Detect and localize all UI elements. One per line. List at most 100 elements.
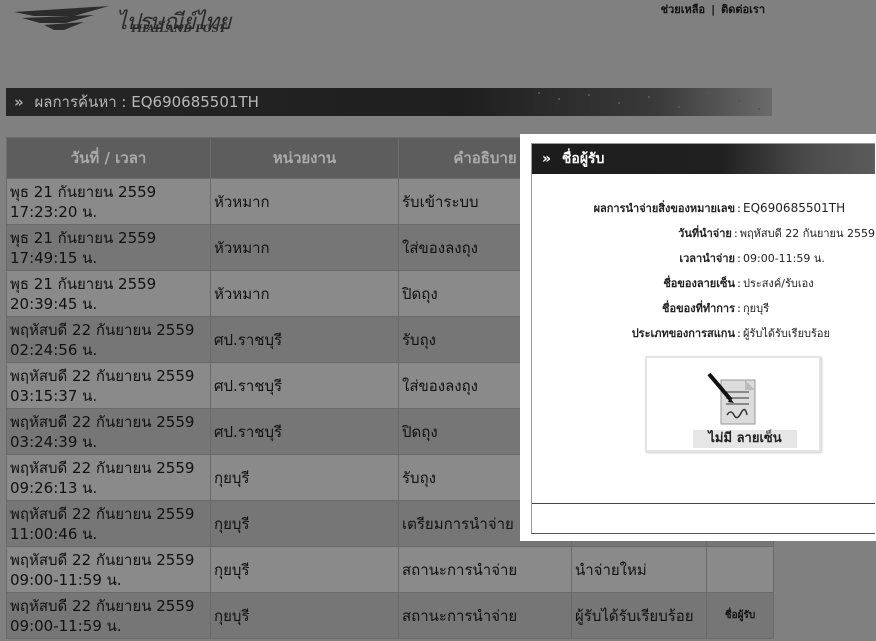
- info-value: ผู้รับได้รับเรียบร้อย: [743, 327, 830, 340]
- info-label: วันที่นำจ่าย: [678, 227, 732, 240]
- cell-time: 09:00-11:59 น.: [10, 616, 122, 635]
- cell-time: 09:00-11:59 น.: [10, 570, 122, 589]
- link-separator: |: [711, 3, 716, 16]
- table-row: พฤหัสบดี 22 กันยายน 2559 09:00-11:59 น. กุ…: [6, 546, 774, 593]
- header-date: วันที่ / เวลา: [6, 137, 211, 179]
- cell-status: ผู้รับได้รับเรียบร้อย: [571, 592, 707, 639]
- result-separator: :: [121, 93, 127, 111]
- cell-time: 02:24:56 น.: [10, 340, 98, 359]
- cell-date-time: พฤหัสบดี 22 กันยายน 2559 11:00:46 น.: [6, 500, 211, 547]
- tracking-page: ไปรษณีย์ไทย THAILAND POST ช่วยเหลือ | ติดต…: [0, 0, 876, 641]
- cell-unit: หัวหมาก: [210, 224, 399, 271]
- thailand-post-logo[interactable]: ไปรษณีย์ไทย THAILAND POST: [14, 2, 234, 42]
- cell-date-time: พฤหัสบดี 22 กันยายน 2559 09:00-11:59 น.: [6, 592, 211, 639]
- cell-date: พฤหัสบดี 22 กันยายน 2559: [10, 412, 195, 431]
- cell-date-time: พฤหัสบดี 22 กันยายน 2559 03:15:37 น.: [6, 362, 211, 409]
- cell-date: พุธ 21 กันยายน 2559: [10, 182, 157, 201]
- help-link[interactable]: ช่วยเหลือ: [658, 3, 708, 16]
- document-pen-icon: [707, 372, 756, 425]
- info-value: พฤหัสบดี 22 กันยายน 2559: [739, 227, 875, 240]
- recipient-name-link: [706, 546, 774, 593]
- info-value: EQ690685501TH: [743, 201, 846, 215]
- recipient-popup: » ชื่อผู้รับ ผลการนำจ่ายสิ่งของหมายเลข :…: [520, 134, 876, 541]
- info-label: ชื่อของที่ทำการ: [662, 302, 735, 315]
- cell-unit: ศป.ราชบุรี: [210, 362, 399, 409]
- cell-status: นำจ่ายใหม่: [571, 546, 707, 593]
- post-wing-icon: [14, 6, 109, 30]
- info-row-office: ชื่อของที่ทำการ : กุยบุรี: [532, 296, 875, 321]
- info-separator: :: [737, 252, 741, 265]
- cell-time: 09:26:13 น.: [10, 478, 98, 497]
- info-label: ชื่อของลายเซ็น: [663, 277, 735, 290]
- info-separator: :: [737, 327, 741, 340]
- info-value: 09:00-11:59 น.: [743, 252, 825, 265]
- cell-date-time: พุธ 21 กันยายน 2559 17:23:20 น.: [6, 178, 211, 225]
- header-unit: หน่วยงาน: [210, 137, 399, 179]
- cell-date: พฤหัสบดี 22 กันยายน 2559: [10, 320, 195, 339]
- popup-header[interactable]: » ชื่อผู้รับ: [532, 144, 875, 174]
- table-row: พฤหัสบดี 22 กันยายน 2559 09:00-11:59 น. กุ…: [6, 592, 774, 639]
- search-result-bar: » ผลการค้นหา : EQ690685501TH: [6, 88, 772, 116]
- info-separator: :: [733, 227, 738, 240]
- cell-date: พุธ 21 กันยายน 2559: [10, 274, 157, 293]
- info-label: ประเภทของการสแกน: [631, 327, 735, 340]
- cell-date: พฤหัสบดี 22 กันยายน 2559: [10, 458, 195, 477]
- info-label: ผลการนำจ่ายสิ่งของหมายเลข: [593, 202, 735, 215]
- info-value: กุยบุรี: [743, 302, 769, 315]
- popup-title: ชื่อผู้รับ: [561, 151, 605, 167]
- cell-date: พฤหัสบดี 22 กันยายน 2559: [10, 550, 195, 569]
- info-separator: :: [737, 277, 741, 290]
- info-row-time: เวลานำจ่าย : 09:00-11:59 น.: [532, 246, 875, 271]
- cell-date-time: พุธ 21 กันยายน 2559 20:39:45 น.: [6, 270, 211, 317]
- cell-description: สถานะการนำจ่าย: [398, 546, 572, 593]
- chevron-right-icon: »: [542, 151, 552, 167]
- info-value: ประสงค์/รับเอง: [743, 277, 814, 290]
- cell-date: พุธ 21 กันยายน 2559: [10, 228, 157, 247]
- info-row-date: วันที่นำจ่าย : พฤหัสบดี 22 กันยายน 2559: [532, 221, 875, 246]
- logo-english-text: THAILAND POST: [130, 24, 227, 35]
- binary-pattern-icon: [538, 92, 760, 110]
- cell-date: พฤหัสบดี 22 กันยายน 2559: [10, 366, 195, 385]
- binary-pattern-decoration: [528, 88, 768, 116]
- popup-footer: [532, 504, 875, 533]
- cell-unit: กุยบุรี: [210, 546, 399, 593]
- cell-date-time: พฤหัสบดี 22 กันยายน 2559 03:24:39 น.: [6, 408, 211, 455]
- result-label: ผลการค้นหา: [34, 93, 117, 111]
- cell-time: 03:15:37 น.: [10, 386, 98, 405]
- cell-time: 03:24:39 น.: [10, 432, 98, 451]
- cell-date: พฤหัสบดี 22 กันยายน 2559: [10, 596, 195, 615]
- no-signature-label: ไม่มี ลายเซ็น: [693, 430, 797, 448]
- cell-unit: หัวหมาก: [210, 270, 399, 317]
- cell-date: พฤหัสบดี 22 กันยายน 2559: [10, 504, 195, 523]
- cell-date-time: พฤหัสบดี 22 กันยายน 2559 09:26:13 น.: [6, 454, 211, 501]
- top-links: ช่วยเหลือ | ติดต่อเรา: [658, 0, 768, 18]
- cell-unit: หัวหมาก: [210, 178, 399, 225]
- recipient-info: ผลการนำจ่ายสิ่งของหมายเลข : EQ690685501T…: [532, 196, 875, 346]
- contact-link[interactable]: ติดต่อเรา: [718, 3, 768, 16]
- cell-description: สถานะการนำจ่าย: [398, 592, 572, 639]
- cell-time: 11:00:46 น.: [10, 524, 98, 543]
- cell-unit: กุยบุรี: [210, 454, 399, 501]
- popup-frame: » ชื่อผู้รับ ผลการนำจ่ายสิ่งของหมายเลข :…: [531, 143, 875, 534]
- recipient-name-link[interactable]: ชื่อผู้รับ: [706, 592, 774, 639]
- info-separator: :: [737, 302, 741, 315]
- cell-date-time: พฤหัสบดี 22 กันยายน 2559 09:00-11:59 น.: [6, 546, 211, 593]
- info-separator: :: [737, 202, 741, 215]
- chevron-right-icon: »: [14, 93, 24, 111]
- info-row-signer: ชื่อของลายเซ็น : ประสงค์/รับเอง: [532, 271, 875, 296]
- info-row-scan-type: ประเภทของการสแกน : ผู้รับได้รับเรียบร้อย: [532, 321, 875, 346]
- cell-unit: กุยบุรี: [210, 500, 399, 547]
- cell-unit: ศป.ราชบุรี: [210, 316, 399, 363]
- cell-time: 17:49:15 น.: [10, 248, 98, 267]
- cell-unit: ศป.ราชบุรี: [210, 408, 399, 455]
- cell-unit: กุยบุรี: [210, 592, 399, 639]
- info-row-tracking: ผลการนำจ่ายสิ่งของหมายเลข : EQ690685501T…: [532, 196, 875, 221]
- cell-time: 20:39:45 น.: [10, 294, 98, 313]
- info-label: เวลานำจ่าย: [679, 252, 735, 265]
- tracking-number: EQ690685501TH: [131, 93, 259, 111]
- cell-time: 17:23:20 น.: [10, 202, 98, 221]
- cell-date-time: พุธ 21 กันยายน 2559 17:49:15 น.: [6, 224, 211, 271]
- binary-pattern-decoration: [725, 144, 875, 174]
- cell-date-time: พฤหัสบดี 22 กันยายน 2559 02:24:56 น.: [6, 316, 211, 363]
- signature-box: ไม่มี ลายเซ็น: [645, 356, 821, 452]
